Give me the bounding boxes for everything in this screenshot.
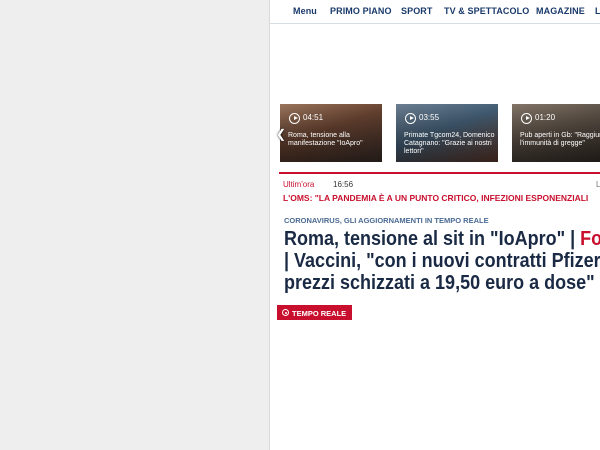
nav-more-truncated[interactable]: L — [595, 6, 600, 16]
headline-line: Roma, tensione al sit in "IoApro" | Fot — [284, 228, 600, 250]
page: Menu PRIMO PIANO SPORT TV & SPETTACOLO M… — [0, 0, 600, 450]
ultimora-ticker[interactable]: Ultim'ora 16:56 L L'OMS: "LA PANDEMIA È … — [279, 172, 600, 210]
headline-line: prezzi schizzati a 19,50 euro a dose" — [284, 272, 595, 294]
nav-menu[interactable]: Menu — [293, 6, 317, 16]
nav-magazine[interactable]: MAGAZINE — [536, 6, 585, 16]
video-card[interactable]: 01:20 Pub aperti in Gb: "Raggiunta l'imm… — [512, 104, 600, 162]
nav-primo-piano[interactable]: PRIMO PIANO — [330, 6, 392, 16]
blank-left-area — [0, 0, 269, 450]
video-caption: Primate Tgcom24, Domenico Catagnano: "Gr… — [404, 132, 495, 155]
ticker-more-truncated[interactable]: L — [596, 180, 600, 189]
ticker-headline[interactable]: L'OMS: "LA PANDEMIA È A UN PUNTO CRITICO… — [283, 193, 588, 203]
video-caption: Pub aperti in Gb: "Raggiunta l'immunità … — [520, 132, 600, 147]
nav-tv-spettacolo[interactable]: TV & SPETTACOLO — [444, 6, 529, 16]
live-badge-label: TEMPO REALE — [292, 308, 347, 318]
video-duration: 01:20 — [535, 113, 556, 122]
play-icon — [405, 113, 416, 124]
play-icon — [521, 113, 532, 124]
video-duration: 03:55 — [419, 113, 440, 122]
ticker-label: Ultim'ora — [283, 180, 315, 189]
live-icon — [282, 309, 289, 316]
video-duration: 04:51 — [303, 113, 324, 122]
video-card[interactable]: 04:51 Roma, tensione alla manifestazione… — [280, 104, 382, 162]
play-icon — [289, 113, 300, 124]
nav-sport[interactable]: SPORT — [401, 6, 433, 16]
headline-photo-link[interactable]: Fot — [580, 228, 600, 250]
article-headline[interactable]: Roma, tensione al sit in "IoApro" | Fot … — [284, 228, 600, 294]
carousel-prev-arrow-icon[interactable]: ❮ — [275, 126, 287, 142]
site-content: Menu PRIMO PIANO SPORT TV & SPETTACOLO M… — [270, 0, 600, 450]
article-kicker[interactable]: CORONAVIRUS, GLI AGGIORNAMENTI IN TEMPO … — [284, 216, 489, 225]
video-caption: Roma, tensione alla manifestazione "IoAp… — [288, 132, 363, 147]
ticker-time: 16:56 — [333, 180, 354, 189]
headline-line: | Vaccini, "con i nuovi contratti Pfizer — [284, 250, 600, 272]
video-card[interactable]: 03:55 Primate Tgcom24, Domenico Catagnan… — [396, 104, 498, 162]
headline-text: Roma, tensione al sit in "IoApro" | — [284, 228, 581, 250]
live-badge[interactable]: TEMPO REALE — [277, 305, 352, 320]
video-carousel: 04:51 Roma, tensione alla manifestazione… — [270, 104, 600, 164]
top-navigation: Menu PRIMO PIANO SPORT TV & SPETTACOLO M… — [270, 0, 600, 24]
